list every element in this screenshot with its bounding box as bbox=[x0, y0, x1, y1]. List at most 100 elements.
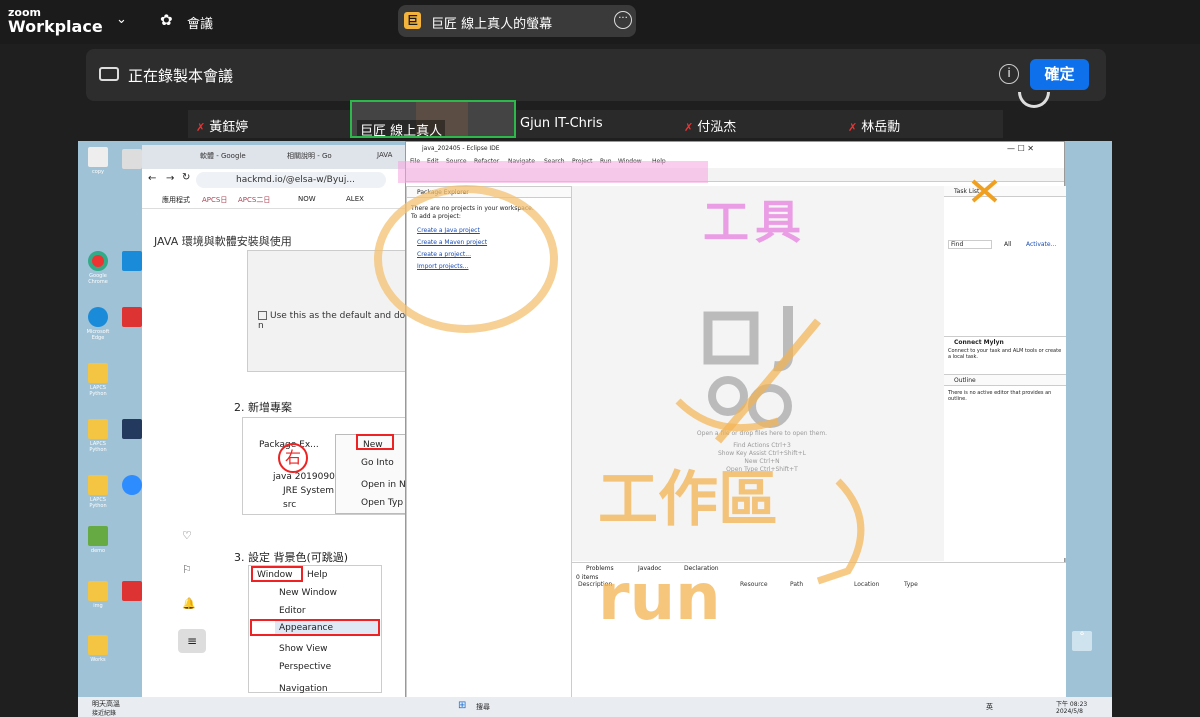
mic-muted-icon: ✗ bbox=[196, 121, 206, 134]
meeting-label[interactable]: 會議 bbox=[187, 13, 213, 32]
address-bar-row: ← → ↻ hackmd.io/@elsa-w/Byuj... bbox=[142, 169, 407, 191]
participant-strip: ✗ 黃鈺婷 Gjun IT-Chris ✗ 付泓杰 ✗ 林岳勳 bbox=[188, 110, 1003, 138]
browser-tab[interactable]: 相關說明 - Go bbox=[287, 151, 332, 161]
menu-item[interactable]: Project bbox=[572, 158, 593, 165]
outline-tab[interactable]: Outline bbox=[944, 375, 1066, 386]
clock-date: 2024/5/8 bbox=[1056, 708, 1083, 715]
windows-start-icon[interactable]: ⊞ bbox=[458, 700, 466, 711]
participant-tile[interactable]: ✗ 黃鈺婷 bbox=[196, 116, 248, 135]
desktop-icons: copy Google Chrome Microsoft Edge LAPCS … bbox=[78, 141, 148, 701]
taskbar-search[interactable]: 搜尋 bbox=[476, 702, 490, 712]
participant-tile[interactable]: ✗ 付泓杰 bbox=[684, 116, 736, 135]
desktop-icon[interactable]: img bbox=[84, 581, 112, 609]
weather-sub: 接近紀錄 bbox=[92, 710, 117, 717]
items-count: 0 items bbox=[576, 574, 599, 581]
import-projects-link[interactable]: Import projects... bbox=[417, 263, 469, 270]
more-options-icon[interactable]: ··· bbox=[614, 11, 632, 29]
task-list-tab[interactable]: Task List bbox=[944, 186, 1066, 197]
bookmark-icon[interactable]: ⚐ bbox=[182, 563, 192, 576]
ime-indicator[interactable]: 英 bbox=[986, 702, 993, 712]
eclipse-title: java_202405 - Eclipse IDE bbox=[422, 145, 500, 152]
browser-tab[interactable]: 軟體 - Google bbox=[200, 151, 246, 161]
participant-tile[interactable]: Gjun IT-Chris bbox=[520, 116, 603, 131]
active-speaker-video[interactable]: 巨匠 線上真人 bbox=[350, 100, 516, 138]
all-filter[interactable]: All bbox=[1004, 241, 1011, 248]
camera-record-icon bbox=[99, 67, 119, 81]
menu-item[interactable]: Source bbox=[446, 158, 467, 165]
confirm-button[interactable]: 確定 bbox=[1030, 59, 1089, 90]
bookmark[interactable]: NOW bbox=[298, 195, 316, 203]
clock-time[interactable]: 下午 08:23 bbox=[1056, 699, 1087, 708]
activate-link[interactable]: Activate... bbox=[1026, 241, 1056, 248]
window-controls[interactable]: — ☐ ✕ bbox=[1007, 142, 1034, 156]
recycle-bin-icon[interactable]: ♻ bbox=[1068, 631, 1096, 653]
column-header[interactable]: Location bbox=[854, 581, 879, 588]
forward-arrow-icon[interactable]: → bbox=[166, 173, 174, 184]
desktop-icon[interactable]: LAPCS Python bbox=[84, 419, 112, 453]
back-arrow-icon[interactable]: ← bbox=[148, 173, 156, 184]
menu-item[interactable]: Help bbox=[652, 158, 666, 165]
participant-tile[interactable]: ✗ 林岳勳 bbox=[848, 116, 900, 135]
share-host-icon: 巨 bbox=[404, 12, 421, 29]
menu-item[interactable]: Window bbox=[618, 158, 642, 165]
menu-item[interactable]: File bbox=[410, 158, 420, 165]
bookmark[interactable]: 應用程式 bbox=[162, 195, 190, 205]
right-panels: Task List Find All Activate... Connect M… bbox=[944, 186, 1066, 558]
bell-icon[interactable]: 🔔 bbox=[182, 597, 196, 610]
menu-icon[interactable]: ≡ bbox=[178, 629, 206, 653]
participant-name: 付泓杰 bbox=[697, 120, 737, 135]
browser-tab[interactable]: JAVA bbox=[377, 151, 392, 159]
share-title: 巨匠 線上真人的螢幕 bbox=[431, 17, 553, 32]
mic-muted-icon: ✗ bbox=[848, 121, 858, 134]
bookmark[interactable]: APCS二日 bbox=[238, 195, 270, 205]
desktop-icon[interactable]: Google Chrome bbox=[84, 251, 112, 285]
find-input[interactable]: Find bbox=[948, 240, 992, 249]
reload-icon[interactable]: ↻ bbox=[182, 172, 190, 183]
participant-name: Gjun IT-Chris bbox=[520, 116, 603, 131]
column-header[interactable]: Path bbox=[790, 581, 803, 588]
package-explorer-tab[interactable]: Package Explorer bbox=[407, 187, 571, 198]
editor-hint: Open a file or drop files here to open t… bbox=[696, 430, 828, 437]
eclipse-menu-bar: File Edit Source Refactor Navigate Searc… bbox=[406, 156, 1064, 168]
menu-item[interactable]: Navigate bbox=[508, 158, 535, 165]
browser-tab-bar: 軟體 - Google 相關說明 - Go JAVA bbox=[142, 145, 407, 169]
desktop-icon[interactable]: copy bbox=[84, 147, 112, 175]
desktop-icon[interactable]: LAPCS Python bbox=[84, 363, 112, 397]
screen-share-pill[interactable]: 巨 巨匠 線上真人的螢幕 ··· bbox=[398, 5, 636, 37]
eclipse-toolbar[interactable] bbox=[406, 168, 1064, 182]
annotation-workarea-text: 工作區 bbox=[598, 465, 778, 535]
heart-icon[interactable]: ♡ bbox=[182, 529, 192, 542]
bookmarks-bar: 應用程式 APCS日 APCS二日 NOW ALEX bbox=[142, 191, 407, 209]
info-icon[interactable]: i bbox=[999, 64, 1019, 84]
no-projects-text: There are no projects in your workspace. bbox=[411, 205, 534, 212]
bookmark[interactable]: APCS日 bbox=[202, 195, 227, 205]
annotation-tab-mark: 右 bbox=[278, 443, 308, 473]
highlight-box bbox=[356, 434, 394, 450]
menu-item[interactable]: Search bbox=[544, 158, 565, 165]
zoom-logo[interactable]: zoom Workplace bbox=[8, 6, 103, 36]
recording-banner: 正在錄製本會議 i 確定 bbox=[86, 49, 1106, 101]
desktop-icon[interactable]: LAPCS Python bbox=[84, 475, 112, 509]
column-header[interactable]: Type bbox=[904, 581, 918, 588]
bookmark[interactable]: ALEX bbox=[346, 195, 364, 203]
meeting-icon[interactable]: ✿ bbox=[160, 11, 173, 29]
url-input[interactable]: hackmd.io/@elsa-w/Byuj... bbox=[196, 172, 386, 188]
watermark-chinese: 生 活 趣 bbox=[548, 645, 617, 664]
desktop-icon[interactable]: Microsoft Edge bbox=[84, 307, 112, 341]
annotation-run-text: run bbox=[598, 561, 721, 635]
menu-item[interactable]: Edit bbox=[427, 158, 439, 165]
menu-item[interactable]: Run bbox=[600, 158, 612, 165]
zoom-logo-line2: Workplace bbox=[8, 17, 103, 36]
desktop-icon[interactable]: Works bbox=[84, 635, 112, 663]
add-project-text: To add a project: bbox=[411, 213, 461, 220]
create-java-project-link[interactable]: Create a Java project bbox=[417, 227, 480, 234]
shared-screen: copy Google Chrome Microsoft Edge LAPCS … bbox=[78, 141, 1112, 717]
column-header[interactable]: Resource bbox=[740, 581, 768, 588]
chevron-down-icon[interactable]: ⌄ bbox=[116, 12, 127, 27]
menu-item[interactable]: Refactor bbox=[474, 158, 499, 165]
desktop-icon[interactable]: demo bbox=[84, 526, 112, 554]
create-maven-project-link[interactable]: Create a Maven project bbox=[417, 239, 487, 246]
create-project-link[interactable]: Create a project... bbox=[417, 251, 471, 258]
outline-text: There is no active editor that provides … bbox=[948, 390, 1052, 402]
step-3-heading: 3. 設定 背景色(可跳過) bbox=[234, 551, 349, 564]
